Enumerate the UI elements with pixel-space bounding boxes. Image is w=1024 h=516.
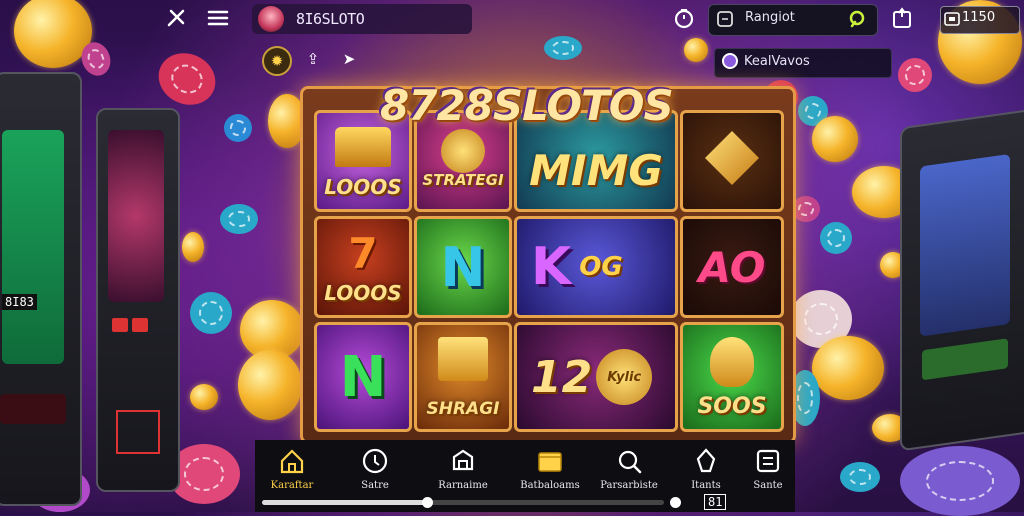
settings-icon — [753, 446, 783, 476]
shield-icon — [710, 337, 754, 387]
search-icon — [614, 446, 644, 476]
kylic-coin: Kylic — [596, 349, 653, 405]
nav-item-satre[interactable]: Satre — [340, 446, 410, 491]
gem-icon — [705, 131, 759, 185]
bonus-button[interactable]: ✹ — [262, 46, 292, 76]
slot-tile[interactable]: AO — [680, 216, 784, 318]
slot-tile[interactable]: K OG — [514, 216, 678, 318]
app-title: 8I6SLOTO — [296, 10, 365, 28]
chip-decoration — [900, 446, 1020, 516]
arcade-machine-left: 8I83 — [0, 72, 82, 506]
coin-decoration — [14, 0, 92, 68]
nav-item-home[interactable]: Karaftar — [257, 446, 327, 491]
filter-icon — [716, 10, 734, 32]
home-icon — [277, 446, 307, 476]
search-icon[interactable] — [848, 9, 868, 33]
nav-item-parsarbiste[interactable]: Parsarbiste — [594, 446, 664, 491]
tools-icon[interactable] — [164, 6, 188, 30]
progress-fill — [262, 500, 427, 505]
slot-tile[interactable] — [680, 110, 784, 212]
upload-button[interactable]: ⇪ — [300, 46, 326, 72]
game-icon — [448, 446, 478, 476]
nav-item-rarnaime[interactable]: Rarnaime — [428, 446, 498, 491]
chip-decoration — [840, 462, 880, 492]
wallet-amount: 1150 — [962, 10, 996, 25]
slot-tile[interactable]: 12 Kylic — [514, 322, 678, 432]
star-icon — [691, 446, 721, 476]
arcade-counter: 8I83 — [2, 294, 37, 310]
chip-decoration — [544, 36, 582, 60]
page-indicator: 81 — [704, 494, 727, 510]
chip-decoration — [820, 222, 852, 254]
progress-bar[interactable] — [262, 497, 664, 508]
menu-icon[interactable] — [206, 6, 230, 30]
nav-item-batbaloams[interactable]: Batbaloams — [515, 446, 585, 491]
cards-icon — [438, 337, 488, 381]
chip-decoration — [190, 292, 232, 334]
timer-icon[interactable] — [672, 6, 696, 30]
app-logo — [258, 6, 284, 32]
coin-decoration — [684, 38, 708, 62]
slot-tile[interactable]: SOOS — [680, 322, 784, 432]
seven-icon: 7 — [348, 229, 378, 278]
nav-item-itants[interactable]: Itants — [671, 446, 741, 491]
volume-knob[interactable] — [670, 497, 681, 508]
send-icon: ➤ — [342, 50, 356, 68]
chip-decoration — [220, 204, 258, 234]
avatar — [722, 53, 738, 69]
og-badge: OG — [579, 252, 623, 282]
user-name: KealVavos — [744, 54, 810, 69]
coin-decoration — [182, 232, 204, 262]
gold-coin-icon — [441, 129, 485, 173]
slot-tile[interactable]: 7 LOOOS — [314, 216, 412, 318]
wallet-icon — [944, 11, 960, 31]
clock-icon — [360, 446, 390, 476]
share-icon[interactable] — [890, 6, 914, 30]
coin-decoration — [190, 384, 218, 410]
slot-tile[interactable]: N — [414, 216, 512, 318]
slot-tile[interactable]: N — [314, 322, 412, 432]
chip-decoration — [150, 44, 224, 114]
arcade-machine-left-2 — [96, 108, 180, 492]
search-input[interactable]: Rangiot — [745, 10, 795, 25]
send-button[interactable]: ➤ — [336, 46, 362, 72]
coin-decoration — [812, 116, 858, 162]
progress-handle[interactable] — [421, 497, 433, 508]
arcade-machine-right — [900, 108, 1024, 452]
chip-decoration — [224, 114, 252, 142]
chip-decoration — [898, 58, 932, 92]
coin-decoration — [238, 350, 302, 420]
nav-item-sante[interactable]: Sante — [741, 446, 795, 491]
slot-tile[interactable]: SHRAGI — [414, 322, 512, 432]
game-logo: 8728SLOTOS — [380, 81, 674, 130]
folder-icon — [535, 446, 565, 476]
chip-decoration — [792, 196, 820, 222]
upload-icon: ⇪ — [306, 50, 320, 68]
coin-decoration — [812, 336, 884, 400]
sparkle-icon: ✹ — [270, 52, 284, 70]
